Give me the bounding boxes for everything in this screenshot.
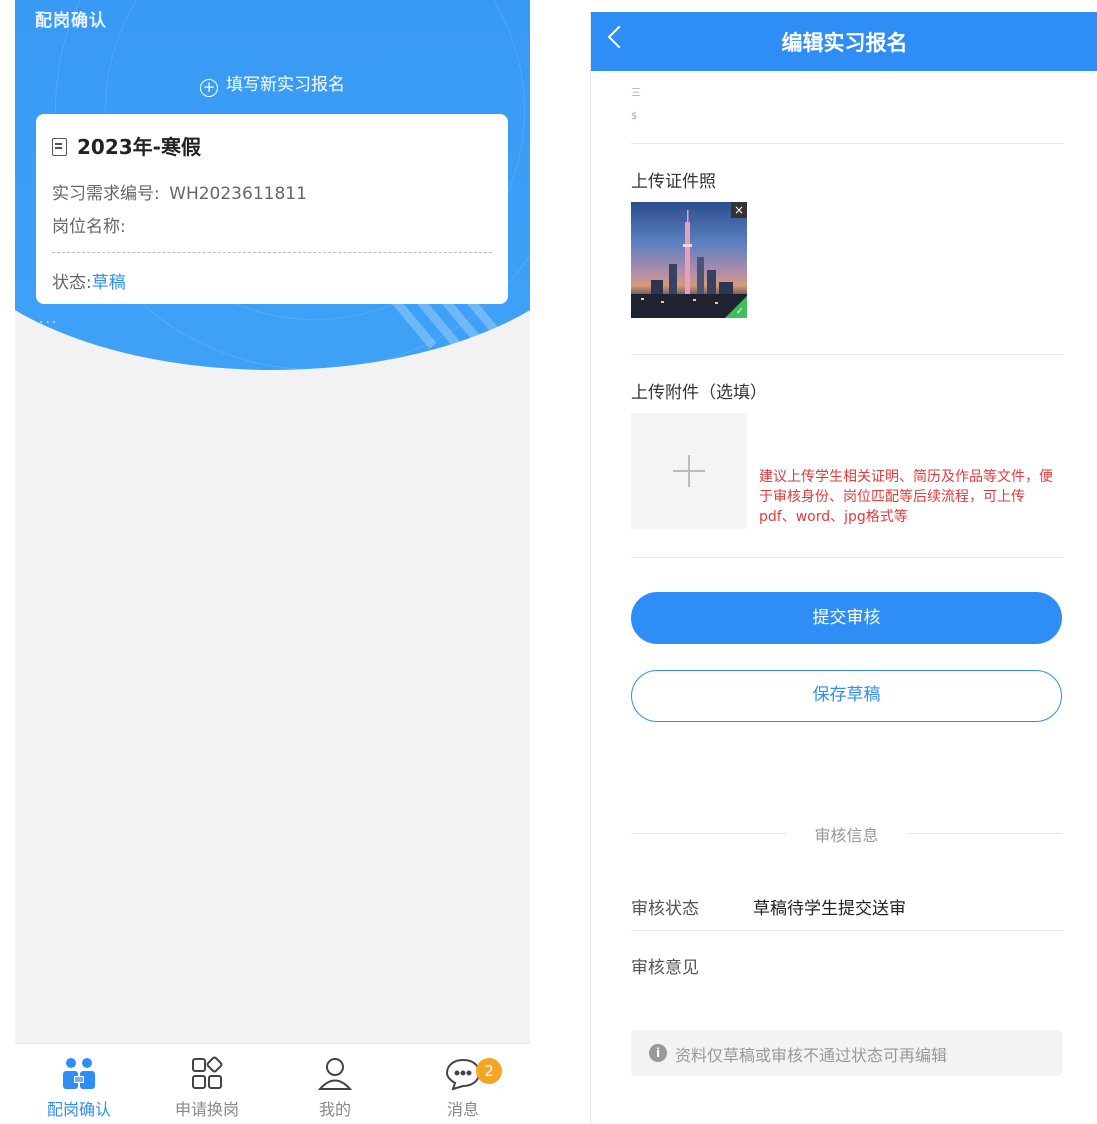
- grid-icon: [192, 1056, 223, 1089]
- save-draft-button[interactable]: 保存草稿: [631, 670, 1062, 722]
- faint-text-2: $: [631, 111, 638, 122]
- people-icon: [63, 1058, 95, 1089]
- tab-label: 消息: [446, 1100, 479, 1119]
- status-row: 状态:草稿: [52, 268, 126, 293]
- tab-assignment-confirm[interactable]: 配岗确认: [15, 1044, 143, 1124]
- edit-note-banner: i 资料仅草稿或审核不通过状态可再编辑: [631, 1030, 1062, 1076]
- right-screen: 编辑实习报名 三 $ 上传证件照 × ✓ 上传附件（选填） 建议上传学生相关证明…: [590, 12, 1097, 1124]
- submit-review-button[interactable]: 提交审核: [631, 592, 1062, 644]
- add-new-registration-button[interactable]: + 填写新实习报名: [15, 70, 530, 97]
- divider: [631, 930, 1064, 931]
- divider: [631, 143, 1064, 144]
- upload-attachment-button[interactable]: [631, 413, 747, 529]
- registration-card[interactable]: 2023年-寒假 实习需求编号: WH2023611811 岗位名称: 状态:草…: [36, 114, 508, 304]
- card-divider: [52, 252, 492, 253]
- document-icon: [52, 138, 67, 156]
- review-section-header: 审核信息: [631, 822, 1062, 846]
- divider: [631, 354, 1064, 355]
- tab-label: 我的: [318, 1100, 351, 1119]
- card-title-text: 2023年-寒假: [77, 135, 201, 159]
- review-status-value: 草稿待学生提交送审: [753, 899, 906, 919]
- tab-label: 配岗确认: [46, 1100, 111, 1119]
- check-mark-icon: ✓: [735, 306, 744, 317]
- position-name-label: 岗位名称:: [52, 217, 126, 237]
- upload-id-photo-label: 上传证件照: [631, 172, 716, 192]
- tab-apply-transfer[interactable]: 申请换岗: [143, 1044, 271, 1124]
- requirement-number-label: 实习需求编号:: [52, 184, 160, 204]
- nav-title: 编辑实习报名: [781, 31, 908, 55]
- review-opinion-label: 审核意见: [631, 958, 699, 978]
- plus-icon-vertical: [688, 455, 690, 487]
- status-badge: 草稿: [91, 273, 126, 293]
- attachment-hint-text: 建议上传学生相关证明、简历及作品等文件，便于审核身份、岗位匹配等后续流程，可上传…: [759, 469, 1053, 525]
- tab-label: 申请换岗: [174, 1100, 239, 1119]
- faint-text-1: 三: [631, 88, 641, 99]
- left-screen: 配岗确认 + 填写新实习报名 2023年-寒假 实习需求编号: WH2023611…: [15, 0, 530, 1124]
- requirement-number-row: 实习需求编号: WH2023611811: [52, 179, 307, 204]
- tab-mine[interactable]: 我的: [271, 1044, 399, 1124]
- nav-bar: 编辑实习报名: [591, 12, 1097, 71]
- review-status-label: 审核状态: [631, 899, 699, 919]
- dots-decoration: ···: [39, 315, 59, 331]
- user-icon: [317, 1058, 353, 1090]
- requirement-number-value: WH2023611811: [169, 184, 307, 204]
- review-section-title: 审核信息: [814, 826, 879, 845]
- bottom-tab-bar: 配岗确认 申请换岗 我的 消息: [15, 1043, 530, 1124]
- page-title: 配岗确认: [35, 11, 107, 31]
- upload-attachment-label: 上传附件（选填）: [631, 383, 767, 403]
- message-count-badge: 2: [476, 1058, 502, 1084]
- status-label: 状态:: [52, 273, 92, 293]
- id-photo-thumbnail[interactable]: × ✓: [631, 202, 747, 318]
- plus-circle-icon: +: [200, 79, 218, 97]
- info-icon: i: [649, 1044, 667, 1062]
- edit-note-text: 资料仅草稿或审核不通过状态可再编辑: [675, 1046, 948, 1065]
- add-new-label: 填写新实习报名: [226, 75, 345, 95]
- tab-messages[interactable]: 消息: [399, 1044, 527, 1124]
- card-title: 2023年-寒假: [52, 131, 201, 160]
- divider: [631, 557, 1064, 558]
- remove-photo-icon[interactable]: ×: [731, 202, 747, 218]
